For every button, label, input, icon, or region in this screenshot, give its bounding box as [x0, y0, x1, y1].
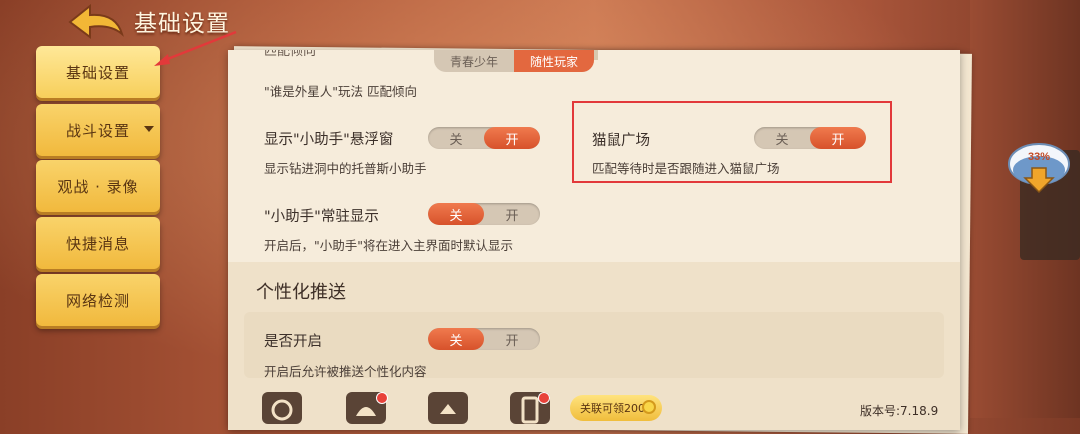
cat-mouse-plaza-toggle[interactable]: 关 开	[754, 127, 866, 149]
setting-label: 是否开启	[264, 334, 322, 350]
nav-item-label: 网络检测	[65, 291, 130, 310]
toggle-on[interactable]: 开	[484, 203, 540, 225]
clipped-setting-label: 匹配倾向	[264, 50, 317, 59]
notification-dot	[376, 392, 388, 404]
toggle-off[interactable]: 关	[428, 328, 484, 350]
setting-description: 显示钻进洞中的托普斯小助手	[264, 161, 427, 176]
coin-icon	[642, 400, 656, 414]
toggle-on[interactable]: 开	[484, 127, 540, 149]
setting-description: 开启后允许被推送个性化内容	[264, 364, 427, 379]
setting-label: 显示"小助手"悬浮窗	[264, 132, 394, 148]
toggle-on[interactable]: 开	[810, 127, 866, 149]
setting-description: "谁是外星人"玩法 匹配倾向	[264, 84, 417, 99]
version-label: 版本号:7.18.9	[860, 404, 939, 418]
assistant-float-toggle[interactable]: 关 开	[428, 127, 540, 149]
nav-item-label: 观战 · 录像	[57, 177, 139, 196]
divider	[594, 50, 598, 60]
nav-item-label: 快捷消息	[65, 234, 130, 253]
notification-dot	[538, 392, 550, 404]
setting-label: "小助手"常驻显示	[264, 209, 379, 225]
chevron-down-icon	[144, 126, 154, 132]
nav-item-label: 基础设置	[65, 63, 130, 82]
personalization-toggle[interactable]: 关 开	[428, 328, 540, 350]
nav-item-network-check[interactable]: 网络检测	[36, 274, 160, 326]
toggle-option-selected[interactable]: 随性玩家	[514, 50, 594, 72]
match-preference-toggle[interactable]: 青春少年 随性玩家	[434, 50, 594, 72]
record-icon[interactable]	[262, 392, 302, 424]
assistant-resident-toggle[interactable]: 关 开	[428, 203, 540, 225]
nav-item-basic-settings[interactable]: 基础设置	[36, 46, 160, 98]
setting-label: 猫鼠广场	[592, 133, 650, 149]
toggle-option[interactable]: 青春少年	[434, 50, 514, 72]
download-percent: 33%	[1028, 151, 1050, 163]
nav-item-spectate-replay[interactable]: 观战 · 录像	[36, 160, 160, 212]
toggle-off[interactable]: 关	[428, 203, 484, 225]
toggle-off[interactable]: 关	[754, 127, 810, 149]
back-arrow-icon[interactable]	[66, 4, 126, 40]
toggle-off[interactable]: 关	[428, 127, 484, 149]
toggle-on[interactable]: 开	[484, 328, 540, 350]
claim-reward-button[interactable]: 关联可领200	[570, 395, 662, 421]
nav-item-quick-messages[interactable]: 快捷消息	[36, 217, 160, 269]
claim-label: 关联可领200	[580, 402, 645, 415]
section-title: 个性化推送	[256, 282, 346, 303]
setting-description: 匹配等待时是否跟随进入猫鼠广场	[592, 161, 780, 176]
nav-item-label: 战斗设置	[65, 121, 130, 140]
nav-item-battle-settings[interactable]: 战斗设置	[36, 104, 160, 156]
setting-description: 开启后，"小助手"将在进入主界面时默认显示	[264, 238, 513, 253]
download-cloud-icon[interactable]: 33%	[1006, 134, 1072, 198]
mail-icon[interactable]	[428, 392, 468, 424]
annotation-arrow-icon	[154, 30, 237, 66]
